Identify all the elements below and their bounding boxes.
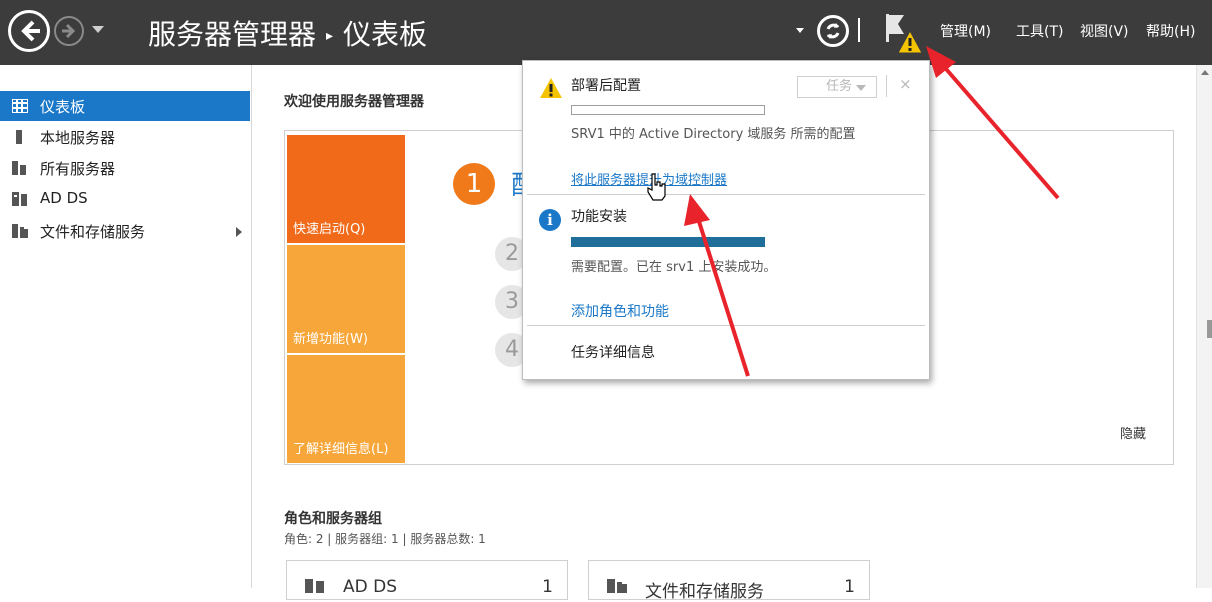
task-details-link[interactable]: 任务详细信息 bbox=[571, 342, 655, 362]
sidebar-item-label: 文件和存储服务 bbox=[40, 223, 146, 241]
menu-tools[interactable]: 工具(T) bbox=[1016, 21, 1063, 41]
scroll-up-icon[interactable] bbox=[1201, 70, 1209, 75]
task-button-label: 任务 bbox=[826, 79, 853, 94]
menu-help[interactable]: 帮助(H) bbox=[1146, 21, 1195, 41]
close-icon[interactable]: × bbox=[899, 75, 912, 93]
servers-icon bbox=[12, 161, 26, 175]
toolbar-divider bbox=[858, 18, 860, 42]
task-dropdown-button[interactable]: 任务 bbox=[797, 76, 877, 98]
back-button[interactable] bbox=[8, 10, 50, 52]
tile-label: 了解详细信息(L) bbox=[293, 442, 389, 457]
role-card-count: 1 bbox=[844, 577, 855, 597]
sidebar-item-label: 所有服务器 bbox=[40, 160, 116, 178]
breadcrumb: 服务器管理器 ▸ 仪表板 bbox=[148, 13, 427, 53]
hand-cursor-icon bbox=[647, 173, 666, 201]
refresh-icon bbox=[826, 23, 840, 39]
sidebar-item-label: 本地服务器 bbox=[40, 129, 116, 147]
info-icon: i bbox=[539, 209, 561, 231]
feature-install-progress bbox=[571, 237, 765, 247]
sidebar-item-label: 仪表板 bbox=[40, 98, 86, 116]
sidebar: 仪表板 本地服务器 所有服务器 AD DS 文件和存储服务 bbox=[0, 65, 252, 588]
popup-separator bbox=[527, 194, 925, 195]
back-arrow-icon bbox=[21, 20, 40, 42]
hide-link[interactable]: 隐藏 bbox=[1120, 423, 1146, 442]
role-card-file-storage[interactable]: 文件和存储服务 1 bbox=[588, 560, 870, 602]
tile-label: 快速启动(Q) bbox=[293, 222, 366, 237]
role-card-count: 1 bbox=[542, 577, 553, 597]
menu-view[interactable]: 视图(V) bbox=[1080, 21, 1129, 41]
tile-whats-new[interactable]: 新增功能(W) bbox=[287, 245, 405, 353]
tile-label: 新增功能(W) bbox=[293, 332, 368, 347]
ad-ds-icon bbox=[305, 579, 324, 593]
warning-icon bbox=[540, 78, 562, 98]
page-title: 仪表板 bbox=[343, 18, 428, 51]
file-storage-icon bbox=[607, 579, 627, 593]
sidebar-item-label: AD DS bbox=[40, 189, 88, 207]
sidebar-item-ad-ds[interactable]: AD DS bbox=[0, 184, 250, 214]
sidebar-item-file-storage[interactable]: 文件和存储服务 bbox=[0, 216, 250, 246]
feature-install-message: 需要配置。已在 srv1 上安装成功。 bbox=[571, 260, 777, 275]
expand-arrow-icon[interactable] bbox=[236, 227, 242, 237]
sidebar-item-dashboard[interactable]: 仪表板 bbox=[0, 91, 250, 121]
notifications-popup: 部署后配置 任务 × SRV1 中的 Active Directory 域服务 … bbox=[522, 60, 930, 380]
role-card-name: 文件和存储服务 bbox=[645, 582, 764, 602]
role-card-ad-ds[interactable]: AD DS 1 bbox=[286, 560, 568, 600]
roles-heading: 角色和服务器组 bbox=[284, 511, 382, 527]
ad-ds-icon bbox=[12, 192, 27, 206]
post-deployment-message: SRV1 中的 Active Directory 域服务 所需的配置 bbox=[571, 127, 856, 142]
tile-learn-more[interactable]: 了解详细信息(L) bbox=[287, 355, 405, 463]
step-1-badge: 1 bbox=[453, 163, 495, 205]
refresh-dropdown-icon[interactable] bbox=[796, 28, 804, 33]
refresh-button[interactable] bbox=[817, 15, 849, 47]
forward-button[interactable] bbox=[54, 16, 84, 46]
history-dropdown-icon[interactable] bbox=[92, 26, 104, 33]
app-title: 服务器管理器 bbox=[148, 18, 317, 51]
post-deployment-progress bbox=[571, 105, 765, 115]
popup-divider bbox=[886, 75, 887, 97]
popup-separator bbox=[527, 325, 925, 326]
chevron-down-icon bbox=[856, 85, 866, 91]
menu-manage[interactable]: 管理(M) bbox=[940, 21, 991, 41]
add-roles-features-link[interactable]: 添加角色和功能 bbox=[571, 301, 669, 321]
title-bar: 服务器管理器 ▸ 仪表板 管理(M) 工具(T) 视图(V) 帮助(H) bbox=[0, 0, 1212, 65]
post-deployment-title: 部署后配置 bbox=[571, 78, 641, 94]
file-storage-icon bbox=[12, 224, 28, 238]
welcome-heading: 欢迎使用服务器管理器 bbox=[284, 94, 424, 110]
role-card-name: AD DS bbox=[343, 577, 398, 597]
roles-summary: 角色: 2 | 服务器组: 1 | 服务器总数: 1 bbox=[284, 532, 486, 546]
sidebar-item-all-servers[interactable]: 所有服务器 bbox=[0, 153, 250, 183]
server-icon bbox=[16, 130, 22, 144]
dashboard-icon bbox=[12, 99, 28, 113]
feature-install-title: 功能安装 bbox=[571, 209, 627, 225]
breadcrumb-separator: ▸ bbox=[326, 28, 334, 44]
tile-quick-start[interactable]: 快速启动(Q) bbox=[287, 135, 405, 243]
sidebar-item-local-server[interactable]: 本地服务器 bbox=[0, 122, 250, 152]
forward-arrow-icon bbox=[62, 23, 76, 39]
warning-icon bbox=[897, 30, 923, 54]
scroll-thumb[interactable] bbox=[1207, 320, 1212, 338]
